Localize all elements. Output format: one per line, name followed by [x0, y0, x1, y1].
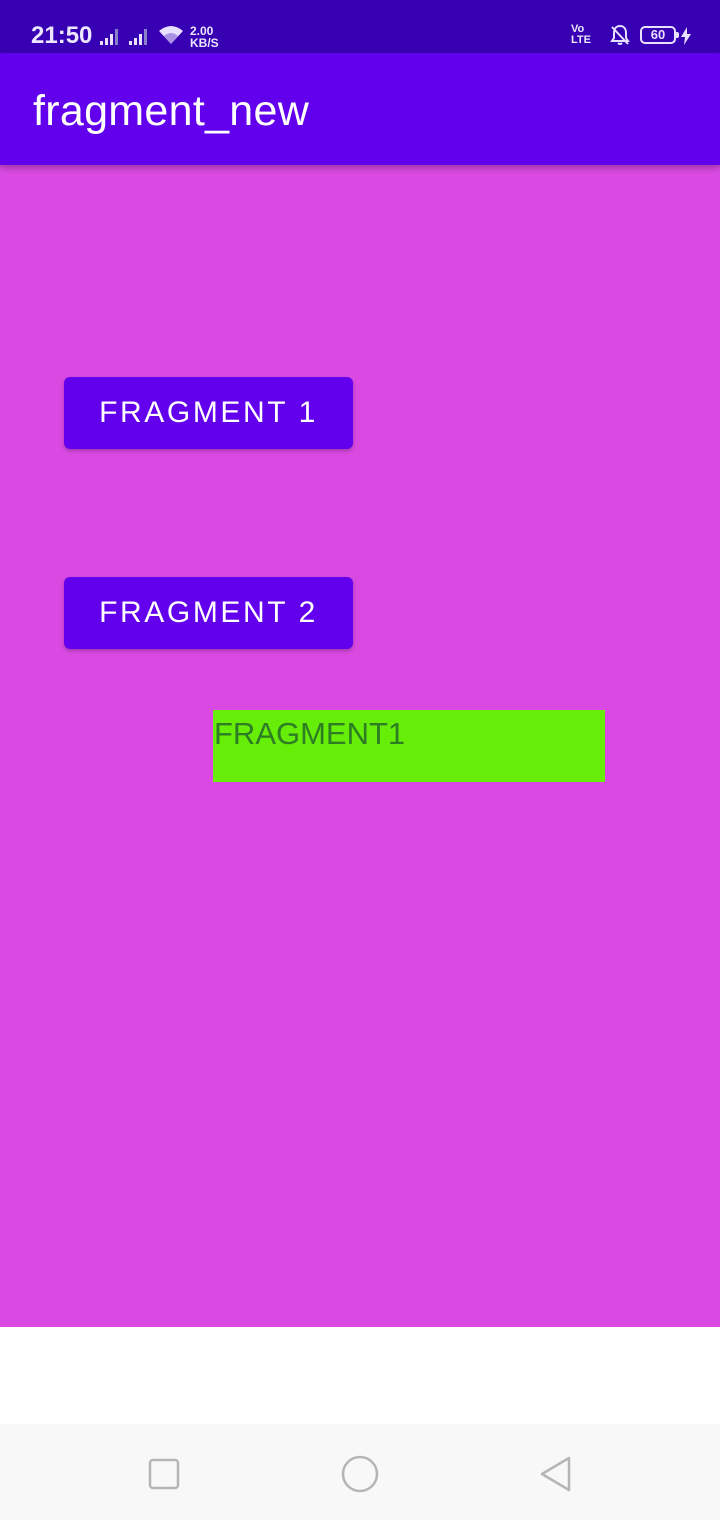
- battery-icon: 60: [640, 26, 679, 44]
- fragment-2-button[interactable]: FRAGMENT 2: [64, 577, 353, 649]
- fragment-container: FRAGMENT1: [213, 710, 605, 782]
- home-icon[interactable]: [340, 1454, 380, 1494]
- app-title: fragment_new: [33, 87, 310, 135]
- fragment-1-button[interactable]: FRAGMENT 1: [64, 377, 353, 449]
- volte-indicator: Vo LTE: [571, 24, 591, 46]
- volte-bottom-label: LTE: [571, 34, 591, 46]
- charging-bolt-icon: [681, 27, 691, 45]
- fragment-text: FRAGMENT1: [214, 716, 406, 751]
- status-time: 21:50: [31, 22, 93, 49]
- signal-1-icon: [100, 29, 118, 45]
- network-speed-unit: KB/S: [190, 36, 219, 50]
- main-content: FRAGMENT 1 FRAGMENT 2 FRAGMENT1: [0, 165, 720, 1327]
- app-bar: fragment_new: [0, 53, 720, 165]
- back-icon[interactable]: [536, 1454, 576, 1494]
- navigation-bar: [0, 1424, 720, 1520]
- signal-2-icon: [129, 29, 147, 45]
- network-speed: 2.00 KB/S: [190, 25, 219, 49]
- bell-muted-icon: [610, 24, 630, 45]
- wifi-icon: [159, 26, 183, 44]
- recents-icon[interactable]: [144, 1454, 184, 1494]
- status-bar: 21:50 2.00 KB/S Vo LTE 60: [0, 0, 720, 53]
